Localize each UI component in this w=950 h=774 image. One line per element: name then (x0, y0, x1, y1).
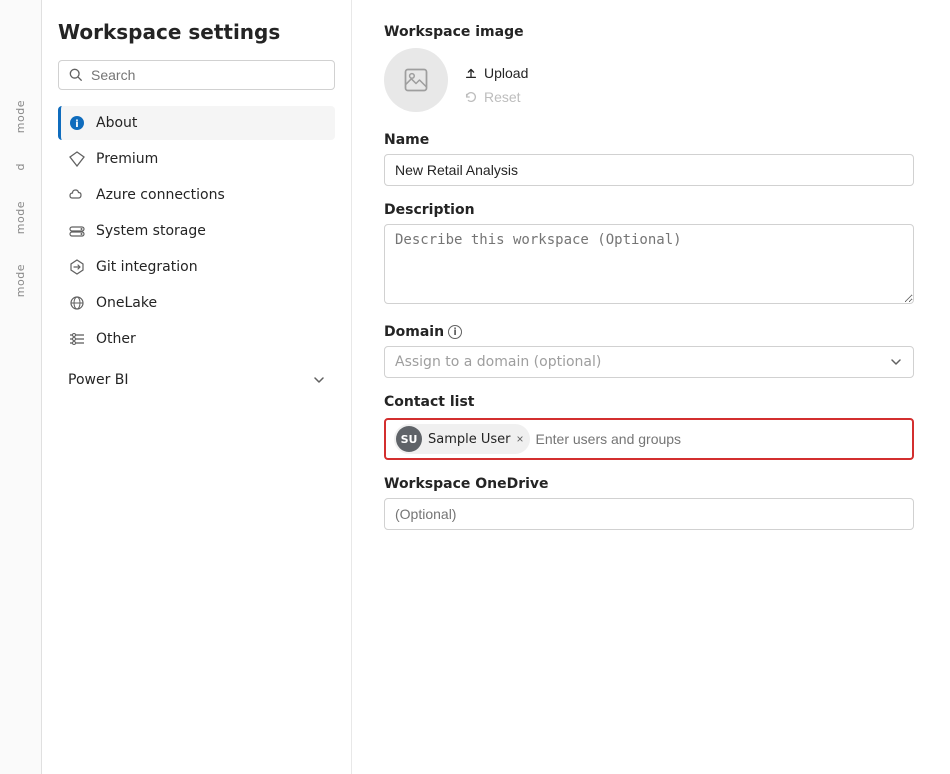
onedrive-label: Workspace OneDrive (384, 476, 918, 492)
search-box[interactable] (58, 60, 335, 90)
storage-icon (68, 222, 86, 240)
search-input[interactable] (91, 67, 324, 83)
image-icon (402, 66, 430, 94)
onelake-icon (68, 294, 86, 312)
domain-dropdown[interactable]: Assign to a domain (optional) (384, 346, 914, 378)
contact-remove-button[interactable]: × (517, 433, 524, 445)
upload-icon (464, 66, 478, 80)
description-textarea[interactable] (384, 224, 914, 304)
domain-info-icon: i (448, 325, 462, 339)
sidebar-item-other[interactable]: Other (58, 322, 335, 356)
domain-label: Domain i (384, 324, 918, 340)
reset-button[interactable]: Reset (464, 87, 528, 107)
sidebar-item-azure[interactable]: Azure connections (58, 178, 335, 212)
contact-avatar: SU (396, 426, 422, 452)
nav-section-powerbi[interactable]: Power BI (58, 364, 335, 396)
nav-sidebar: Workspace settings i About (42, 0, 352, 774)
strip-label-2: d (14, 163, 27, 170)
contact-input[interactable] (536, 431, 904, 447)
sidebar-item-git[interactable]: Git integration (58, 250, 335, 284)
upload-label: Upload (484, 65, 528, 81)
sidebar-label-storage: System storage (96, 223, 206, 239)
onedrive-input[interactable] (384, 498, 914, 530)
reset-label: Reset (484, 89, 521, 105)
sidebar-item-about[interactable]: i About (58, 106, 335, 140)
search-icon (69, 68, 83, 82)
name-input[interactable] (384, 154, 914, 186)
sidebar-label-about: About (96, 115, 137, 131)
contact-list-field: Contact list SU Sample User × (384, 394, 918, 460)
workspace-image-placeholder (384, 48, 448, 112)
left-strip: mode d mode mode (0, 0, 42, 774)
sidebar-item-premium[interactable]: Premium (58, 142, 335, 176)
contact-list-label: Contact list (384, 394, 918, 410)
diamond-icon (68, 150, 86, 168)
main-panel: Workspace settings i About (42, 0, 950, 774)
contact-chip: SU Sample User × (394, 424, 530, 454)
sidebar-item-storage[interactable]: System storage (58, 214, 335, 248)
sidebar-label-other: Other (96, 331, 136, 347)
strip-label-4: mode (14, 264, 27, 297)
sidebar-item-onelake[interactable]: OneLake (58, 286, 335, 320)
sidebar-label-premium: Premium (96, 151, 158, 167)
description-label: Description (384, 202, 918, 218)
section-label-powerbi: Power BI (68, 372, 129, 388)
page-title: Workspace settings (58, 20, 335, 44)
workspace-image-section: Workspace image (384, 24, 918, 112)
description-field: Description (384, 202, 918, 308)
reset-icon (464, 90, 478, 104)
strip-label-3: mode (14, 201, 27, 234)
image-actions: Upload Reset (464, 53, 528, 107)
contact-name: Sample User (428, 432, 511, 447)
info-circle-icon: i (68, 114, 86, 132)
sidebar-label-azure: Azure connections (96, 187, 225, 203)
domain-field: Domain i Assign to a domain (optional) (384, 324, 918, 378)
sidebar-label-onelake: OneLake (96, 295, 157, 311)
other-icon (68, 330, 86, 348)
contact-list-container[interactable]: SU Sample User × (384, 418, 914, 460)
chevron-down-icon (313, 374, 325, 386)
cloud-icon (68, 186, 86, 204)
workspace-image-label: Workspace image (384, 24, 528, 40)
upload-button[interactable]: Upload (464, 63, 528, 83)
strip-label-1: mode (14, 100, 27, 133)
svg-text:i: i (75, 119, 78, 130)
domain-placeholder: Assign to a domain (optional) (395, 354, 601, 370)
chevron-down-icon (889, 355, 903, 369)
name-field: Name (384, 132, 918, 186)
sidebar-label-git: Git integration (96, 259, 198, 275)
content-area: Workspace image (352, 0, 950, 774)
name-label: Name (384, 132, 918, 148)
onedrive-field: Workspace OneDrive (384, 476, 918, 530)
git-icon (68, 258, 86, 276)
